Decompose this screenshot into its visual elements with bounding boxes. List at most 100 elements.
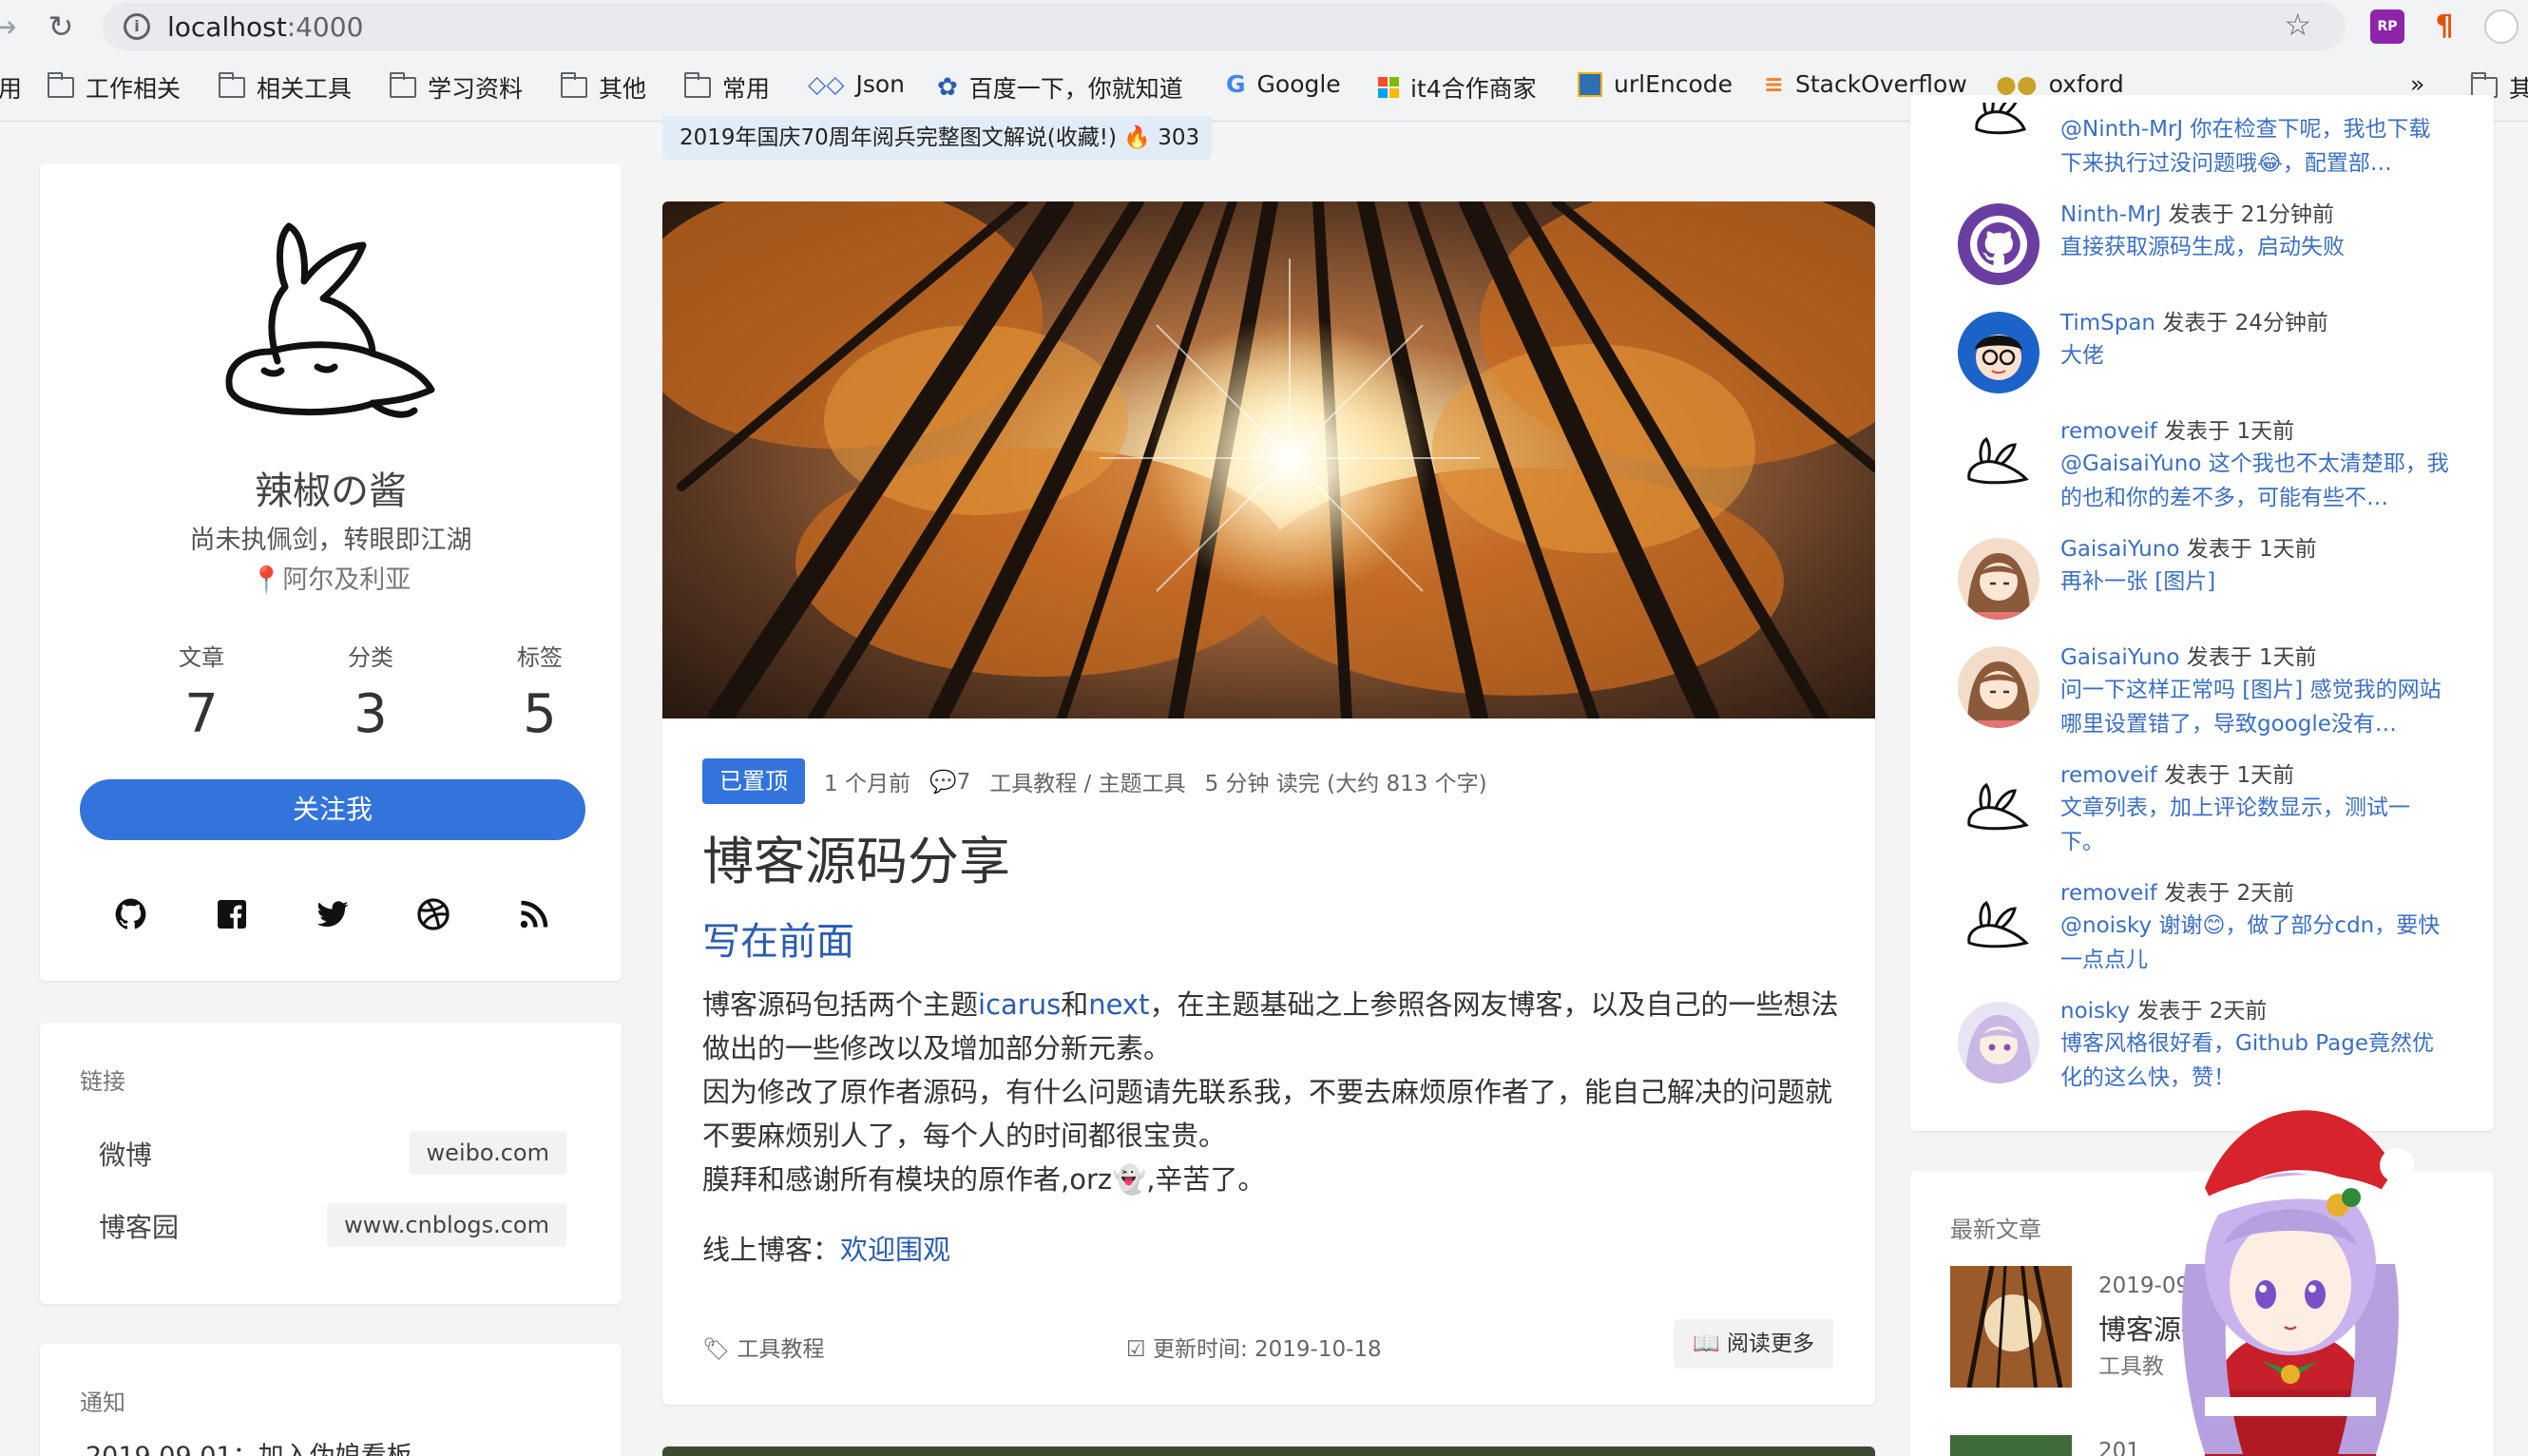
pinned-badge: 已置顶 [702, 758, 805, 804]
post-meta: 已置顶 1 个月前 💬7 工具教程 / 主题工具 5 分钟 读完 (大约 813… [702, 758, 1487, 804]
stat-value: 5 [523, 683, 557, 745]
bookmarks-more[interactable]: » [2410, 70, 2424, 98]
rp-extension-icon[interactable]: RP [2370, 10, 2404, 44]
twitter-icon[interactable] [316, 897, 350, 931]
post-title[interactable]: 博客源码分享 [702, 819, 1010, 894]
comment-text[interactable]: @noisky 谢谢😊，做了部分cdn，要快一点点儿 [2060, 909, 2450, 977]
comment-header: TimSpan 发表于 24分钟前 [2060, 311, 2328, 335]
comment-avatar[interactable] [1958, 312, 2040, 393]
comment-user[interactable]: removeif [2060, 763, 2157, 788]
comment-text[interactable]: 问一下这样正常吗 [图片] 感觉我的网站哪里设置错了，导致google没有… [2060, 673, 2450, 741]
bookmark-folder-tools[interactable]: 相关工具 [219, 70, 352, 105]
comment-header: GaisaiYuno 发表于 1天前 [2060, 645, 2317, 670]
latest-post-thumb[interactable] [1950, 1266, 2072, 1388]
comment-text[interactable]: 文章列表，加上评论数显示，测试一下。 [2060, 791, 2450, 859]
dribbble-icon[interactable] [416, 897, 450, 931]
comment-avatar[interactable] [1958, 203, 2040, 285]
links-card: 链接 微博 weibo.com 博客园 www.cnblogs.com [40, 1023, 622, 1304]
comment-avatar[interactable] [1958, 538, 2040, 620]
profile-name: 辣椒の酱 [255, 469, 407, 513]
next-link[interactable]: next [1088, 988, 1149, 1021]
info-icon[interactable]: i [124, 13, 150, 40]
link-item-weibo[interactable]: 微博 weibo.com [80, 1123, 585, 1180]
post-footer-category[interactable]: 🏷 工具教程 [702, 1331, 825, 1363]
online-blog-link[interactable]: 欢迎围观 [840, 1234, 950, 1266]
comment-user[interactable]: removeif [2060, 881, 2157, 906]
bookmark-stackoverflow[interactable]: ≡ StackOverflow [1764, 70, 1967, 98]
rss-icon[interactable] [517, 897, 551, 931]
comment-avatar[interactable] [1958, 766, 2040, 848]
stat-categories[interactable]: 分类 3 [285, 639, 456, 745]
bookmark-oxford[interactable]: ●● oxford [1996, 70, 2124, 98]
bookmark-star-icon[interactable]: ☆ [2284, 7, 2311, 43]
bookmark-google[interactable]: G Google [1226, 70, 1341, 98]
book-icon: 📖 [1693, 1331, 1720, 1356]
pilcrow-extension-icon[interactable]: ¶ [2427, 10, 2461, 44]
comment-user[interactable]: Ninth-MrJ [2060, 202, 2161, 227]
stackoverflow-icon: ≡ [1764, 70, 1784, 98]
bookmark-it4[interactable]: it4合作商家 [1378, 70, 1537, 105]
comment-user[interactable]: removeif [2060, 419, 2157, 444]
stat-value: 7 [184, 683, 219, 745]
rabbit-avatar-icon [1967, 900, 2029, 948]
facebook-icon[interactable] [215, 897, 249, 931]
bookmark-folder-common[interactable]: 常用 [684, 70, 770, 105]
github-avatar-icon [1970, 216, 2027, 273]
comment-avatar[interactable] [1958, 884, 2040, 966]
post-section-heading: 写在前面 [702, 920, 854, 964]
comment-avatar[interactable] [1958, 646, 2040, 728]
icarus-link[interactable]: icarus [978, 988, 1061, 1021]
comment-text[interactable]: @Ninth-MrJ 你在检查下呢，我也下载下来执行过没问题哦😂，配置部… [2060, 112, 2450, 182]
glasses-avatar-icon [1975, 335, 2022, 380]
comment-text[interactable]: @GaisaiYuno 这个我也不太清楚耶，我的也和你的差不多，可能有些不… [2060, 447, 2450, 515]
links-title: 链接 [80, 1068, 125, 1095]
bookmark-baidu[interactable]: ✿ 百度一下，你就知道 [937, 70, 1183, 105]
post-comment-count[interactable]: 💬7 [929, 769, 970, 795]
bookmark-urlencode[interactable]: urlEncode [1578, 70, 1733, 98]
notice-title: 通知 [80, 1389, 125, 1416]
bookmark-json[interactable]: ◇◇ Json [808, 70, 905, 98]
comment-avatar[interactable] [1958, 1002, 2040, 1083]
follow-button[interactable]: 关注我 [80, 779, 585, 840]
link-item-cnblogs[interactable]: 博客园 www.cnblogs.com [80, 1196, 585, 1253]
bookmark-cut-left[interactable]: 用 [0, 70, 22, 105]
purple-hair-avatar-icon [1965, 1015, 2032, 1083]
hot-post-banner[interactable]: 2019年国庆70周年阅兵完整图文解说(收藏!) 🔥 303 [662, 116, 1212, 160]
post-categories: 工具教程 / 主题工具 [989, 772, 1186, 796]
github-icon[interactable] [114, 897, 148, 931]
comment-user[interactable]: GaisaiYuno [2060, 645, 2179, 670]
stat-posts[interactable]: 文章 7 [116, 639, 287, 745]
link-tag: weibo.com [409, 1131, 566, 1175]
post-cover-image[interactable] [662, 201, 1875, 718]
reload-icon[interactable]: ↻ [40, 6, 82, 48]
category-link[interactable]: 工具教程 [989, 772, 1077, 796]
comment-header: removeif 发表于 1天前 [2060, 419, 2295, 444]
bookmark-folder-study[interactable]: 学习资料 [390, 70, 523, 105]
live2d-mascot[interactable] [2148, 1083, 2433, 1456]
profile-location: 📍阿尔及利亚 [250, 565, 412, 595]
comment-user[interactable]: noisky [2060, 999, 2130, 1024]
back-arrow-icon[interactable]: → [0, 6, 25, 48]
latest-post-thumb[interactable] [1950, 1435, 2072, 1456]
next-post-cover[interactable] [662, 1446, 1875, 1456]
link-name: 博客园 [99, 1212, 180, 1243]
ghost-emoji-icon: 👻 [1112, 1163, 1147, 1196]
comment-user[interactable]: GaisaiYuno [2060, 537, 2179, 562]
category-link[interactable]: 主题工具 [1099, 772, 1186, 796]
comment-user[interactable]: TimSpan [2060, 311, 2155, 335]
comment-text[interactable]: 大佬 [2060, 338, 2450, 373]
bookmark-folder-other[interactable]: 其他 [561, 70, 646, 105]
comment-text[interactable]: 直接获取源码生成，启动失败 [2060, 230, 2450, 264]
read-more-button[interactable]: 📖 阅读更多 [1674, 1319, 1833, 1369]
stat-tags[interactable]: 标签 5 [454, 639, 625, 745]
comment-avatar[interactable] [1958, 420, 2040, 502]
profile-icon[interactable] [2484, 10, 2518, 44]
comment-text[interactable]: 再补一张 [图片] [2060, 565, 2450, 599]
calendar-check-icon: ☑ [1126, 1337, 1146, 1362]
comment-avatar[interactable] [1958, 103, 2040, 152]
santa-girl-mascot-icon [2182, 1110, 2414, 1456]
stat-label: 分类 [348, 644, 393, 671]
address-bar[interactable]: i localhost:4000 ☆ [103, 3, 2346, 50]
bookmark-folder-work[interactable]: 工作相关 [48, 70, 181, 105]
profile-card: 辣椒の酱 尚未执佩剑，转眼即江湖 📍阿尔及利亚 文章 7 分类 3 标签 5 关… [40, 163, 622, 981]
